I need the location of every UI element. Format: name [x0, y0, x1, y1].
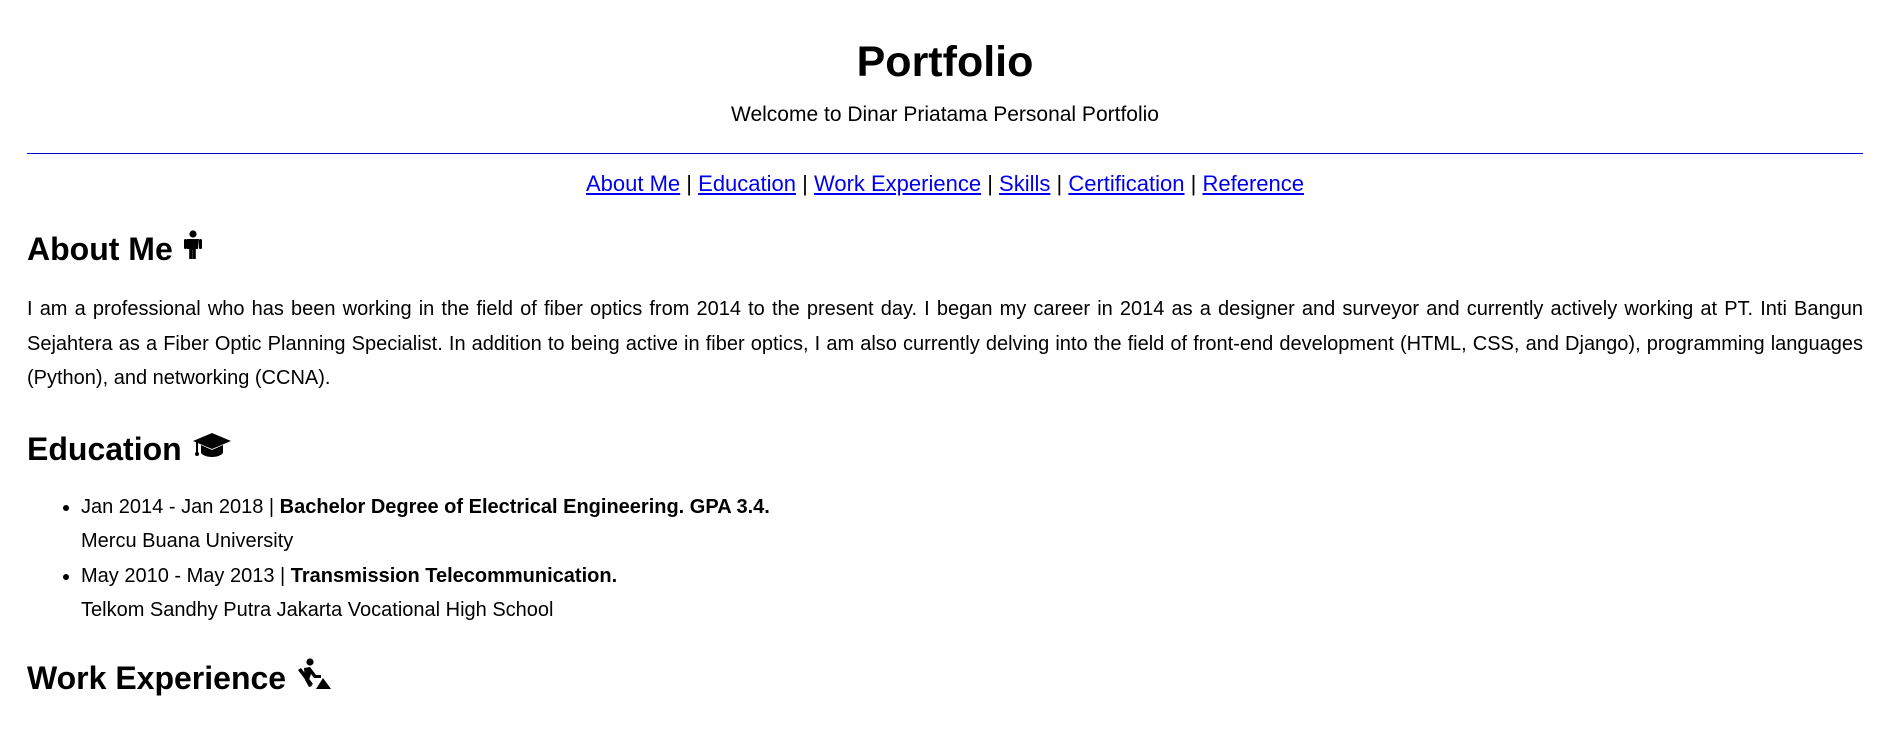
header-divider — [27, 153, 1863, 154]
nav-link-education[interactable]: Education — [698, 171, 796, 196]
about-section: About Me I am a professional who has bee… — [27, 230, 1863, 396]
about-heading: About Me — [27, 230, 1863, 268]
page: Portfolio Welcome to Dinar Priatama Pers… — [0, 0, 1890, 698]
education-period: May 2010 - May 2013 | — [81, 564, 291, 587]
about-paragraph: I am a professional who has been working… — [27, 298, 1863, 389]
education-heading-label: Education — [27, 430, 182, 467]
work-section: Work Experience — [27, 657, 1863, 698]
work-heading-label: Work Experience — [27, 659, 287, 696]
nav-link-work-experience[interactable]: Work Experience — [814, 171, 981, 196]
nav-link-skills[interactable]: Skills — [999, 171, 1050, 196]
nav-separator: | — [802, 171, 808, 196]
nav-separator: | — [987, 171, 993, 196]
about-heading-label: About Me — [27, 231, 173, 267]
nav-link-about-me[interactable]: About Me — [586, 171, 680, 196]
education-period: Jan 2014 - Jan 2018 | — [81, 495, 280, 518]
education-degree: Transmission Telecommunication. — [290, 564, 618, 587]
education-list: Jan 2014 - Jan 2018 | Bachelor Degree of… — [27, 490, 1863, 628]
education-institution: Telkom Sandhy Putra Jakarta Vocational H… — [81, 599, 554, 621]
education-section: Education Jan 2014 - Jan 2018 | Bachelor… — [27, 430, 1863, 628]
nav-link-certification[interactable]: Certification — [1068, 171, 1184, 196]
page-header: Portfolio Welcome to Dinar Priatama Pers… — [27, 0, 1863, 128]
top-nav: About Me | Education | Work Experience |… — [27, 170, 1863, 198]
page-title: Portfolio — [856, 38, 1034, 86]
nav-separator: | — [686, 171, 693, 196]
education-item: May 2010 - May 2013 | Transmission Telec… — [81, 559, 1863, 628]
education-heading: Education — [27, 430, 1863, 468]
nav-link-reference[interactable]: Reference — [1202, 171, 1304, 196]
person-digging-icon — [296, 657, 332, 698]
education-institution: Mercu Buana University — [81, 530, 294, 552]
education-degree: Bachelor Degree of Electrical Engineerin… — [279, 495, 770, 518]
page-subtitle: Welcome to Dinar Priatama Personal Portf… — [731, 103, 1159, 126]
person-standing-icon — [183, 230, 203, 268]
nav-separator: | — [1056, 171, 1063, 196]
nav-separator: | — [1190, 171, 1197, 196]
work-heading: Work Experience — [27, 657, 1863, 698]
graduation-cap-icon — [192, 430, 232, 468]
education-item: Jan 2014 - Jan 2018 | Bachelor Degree of… — [81, 490, 1863, 559]
